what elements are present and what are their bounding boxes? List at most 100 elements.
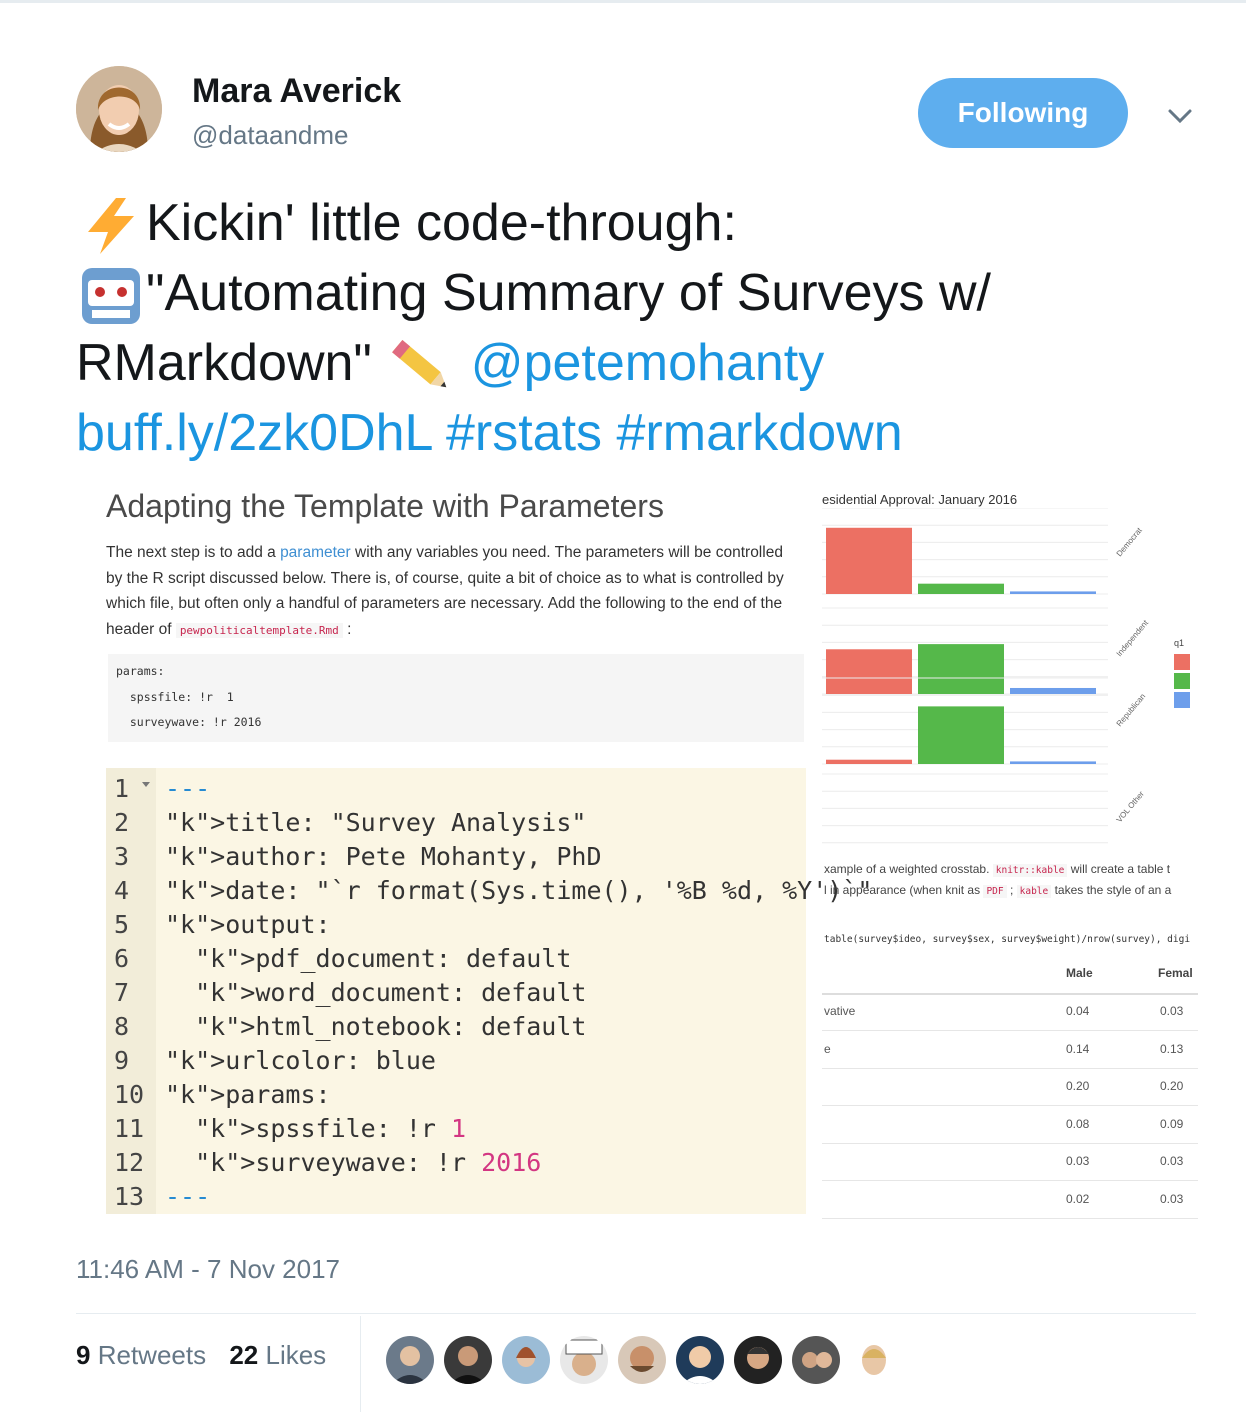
code-line: "k">pdf_document: default [195, 944, 572, 973]
author-handle[interactable]: @dataandme [192, 120, 349, 151]
liker-avatar[interactable] [850, 1336, 898, 1384]
legend-title: q1 [1174, 638, 1184, 648]
tweet-line-3: RMarkdown" @petemohanty [76, 328, 1186, 398]
liker-avatar[interactable] [560, 1336, 608, 1384]
retweets-count: 9 [76, 1340, 91, 1370]
bar-disapprove-democrat [918, 583, 1004, 594]
doc-para-link: parameter [280, 544, 351, 561]
params-line: spssfile: !r 1 [116, 690, 234, 704]
table-cell-female: 0.03 [1160, 1004, 1184, 1018]
bar-approve-republican [826, 759, 912, 764]
liker-avatar[interactable] [676, 1336, 724, 1384]
doc-heading: Adapting the Template with Parameters [106, 488, 664, 524]
code-editor: 1 --- 2 "k">title: "Survey Analysis" 3 "k">au… [106, 768, 872, 1214]
liker-avatar[interactable] [502, 1336, 550, 1384]
line-number: 6 [114, 944, 130, 973]
bar-disapprove-independent [918, 644, 1004, 694]
table-cell-female: 0.20 [1160, 1079, 1184, 1093]
table-row: 0.03 0.03 [822, 1143, 1198, 1181]
liker-avatar[interactable] [386, 1336, 434, 1384]
line-number: 10 [114, 1080, 145, 1109]
doc-paragraph: The next step is to add a parameter with… [106, 540, 796, 643]
avatar-image [76, 66, 162, 152]
table-cell-male: 0.14 [1066, 1041, 1090, 1056]
chevron-down-icon[interactable] [1162, 98, 1198, 134]
line-number: 5 [114, 910, 130, 939]
divider [76, 1313, 1196, 1314]
line-number: 3 [114, 842, 130, 871]
tweet-text: Kickin' little code-through: "Automating… [76, 188, 1186, 468]
bar-approve-democrat [826, 527, 912, 594]
tweet-line-4: buff.ly/2zk0DhL #rstats #rmarkdown [76, 398, 1186, 468]
table-row: 0.08 0.09 [822, 1106, 1198, 1144]
table-cell-female: 0.03 [1160, 1191, 1184, 1206]
liker-avatar[interactable] [618, 1336, 666, 1384]
crosstab-note-1: xample of a weighted crosstab. knitr::ka… [824, 862, 1171, 877]
note-code: knitr::kable [992, 864, 1068, 877]
code-line: "k">surveywave: !r 2016 [195, 1148, 542, 1177]
stats-divider [360, 1316, 361, 1412]
code-line: "k">word_document: default [195, 978, 587, 1007]
pencil-icon [392, 340, 447, 388]
code-line: "k">params: [165, 1080, 331, 1109]
table-cell-female: 0.09 [1160, 1116, 1184, 1131]
url-link[interactable]: buff.ly/2zk0DhL [76, 404, 432, 462]
liker-avatar[interactable] [734, 1336, 782, 1384]
hashtag-rmarkdown[interactable]: #rmarkdown [617, 404, 903, 462]
code-line: "k">spssfile: !r 1 [195, 1114, 467, 1143]
table-row: 0.02 0.03 [822, 1181, 1198, 1219]
lightning-icon [88, 198, 134, 255]
table-cell-male: 0.04 [1066, 1004, 1090, 1018]
following-button[interactable]: Following [918, 78, 1128, 148]
author-avatar[interactable] [76, 66, 162, 152]
legend-swatch [1174, 673, 1190, 689]
note-text: will create a table t [1067, 862, 1171, 876]
code-line: "k">html_notebook: default [195, 1012, 587, 1041]
bar-don-t-know-vol--independent [1010, 687, 1096, 694]
table-row: 0.20 0.20 [822, 1068, 1198, 1106]
crosstab-note-2: l in appearance (when knit as PDF ; kabl… [824, 883, 1171, 898]
avatar-image [516, 1347, 536, 1367]
note-code: kable [1016, 885, 1052, 898]
table-header-male: Male [1066, 966, 1093, 980]
liker-avatar[interactable] [444, 1336, 492, 1384]
note-text: l in appearance (when knit as [824, 883, 984, 897]
table-cell-female: 0.03 [1160, 1154, 1184, 1168]
avatar-image [565, 1339, 603, 1376]
line-number: 8 [114, 1012, 130, 1041]
line-number: 4 [114, 876, 130, 905]
facet-label: Democrat [1115, 525, 1145, 558]
likes-count: 22 [229, 1340, 259, 1370]
liker-avatar[interactable] [792, 1336, 840, 1384]
tweet-line-2-text: "Automating Summary of Surveys w/ [146, 264, 991, 322]
line-number: 1 [114, 774, 130, 803]
legend-swatch [1174, 692, 1190, 708]
bar-approve-independent [826, 649, 912, 694]
code-line: --- [165, 774, 211, 803]
table-row: e 0.14 0.13 [822, 1031, 1198, 1069]
params-code-box: params: spssfile: !r 1 surveywave: !r 20… [108, 654, 804, 742]
avatar-image [450, 1346, 486, 1384]
mention-link[interactable]: @petemohanty [471, 334, 824, 392]
table-cell-label: vative [824, 1004, 856, 1018]
line-number: 2 [114, 808, 130, 837]
hashtag-rstats[interactable]: #rstats [446, 404, 602, 462]
tweet-line-2: "Automating Summary of Surveys w/ [76, 258, 1186, 328]
line-number: 9 [114, 1046, 130, 1075]
table-header: Male Femal [822, 956, 1198, 995]
note-text: xample of a weighted crosstab. [824, 862, 993, 876]
likes-stat[interactable]: 22 Likes [229, 1340, 326, 1370]
avatar-image [392, 1346, 428, 1384]
avatar-image [630, 1346, 654, 1372]
facet-label: VOL Other [1115, 789, 1146, 824]
table-cell-female: 0.13 [1160, 1041, 1184, 1056]
author-name[interactable]: Mara Averick [192, 72, 401, 111]
tweet-media-image[interactable]: Adapting the Template with Parameters Th… [82, 470, 1198, 1230]
doc-para-text-1: The next step is to add a [106, 544, 281, 561]
tweet-timestamp[interactable]: 11:46 AM - 7 Nov 2017 [76, 1254, 340, 1285]
facet-label: Independent [1115, 618, 1151, 658]
params-line: params: [116, 664, 165, 678]
table-row: vative 0.04 0.03 [822, 993, 1198, 1031]
retweets-stat[interactable]: 9 Retweets [76, 1340, 206, 1370]
avatar-image [747, 1347, 769, 1369]
